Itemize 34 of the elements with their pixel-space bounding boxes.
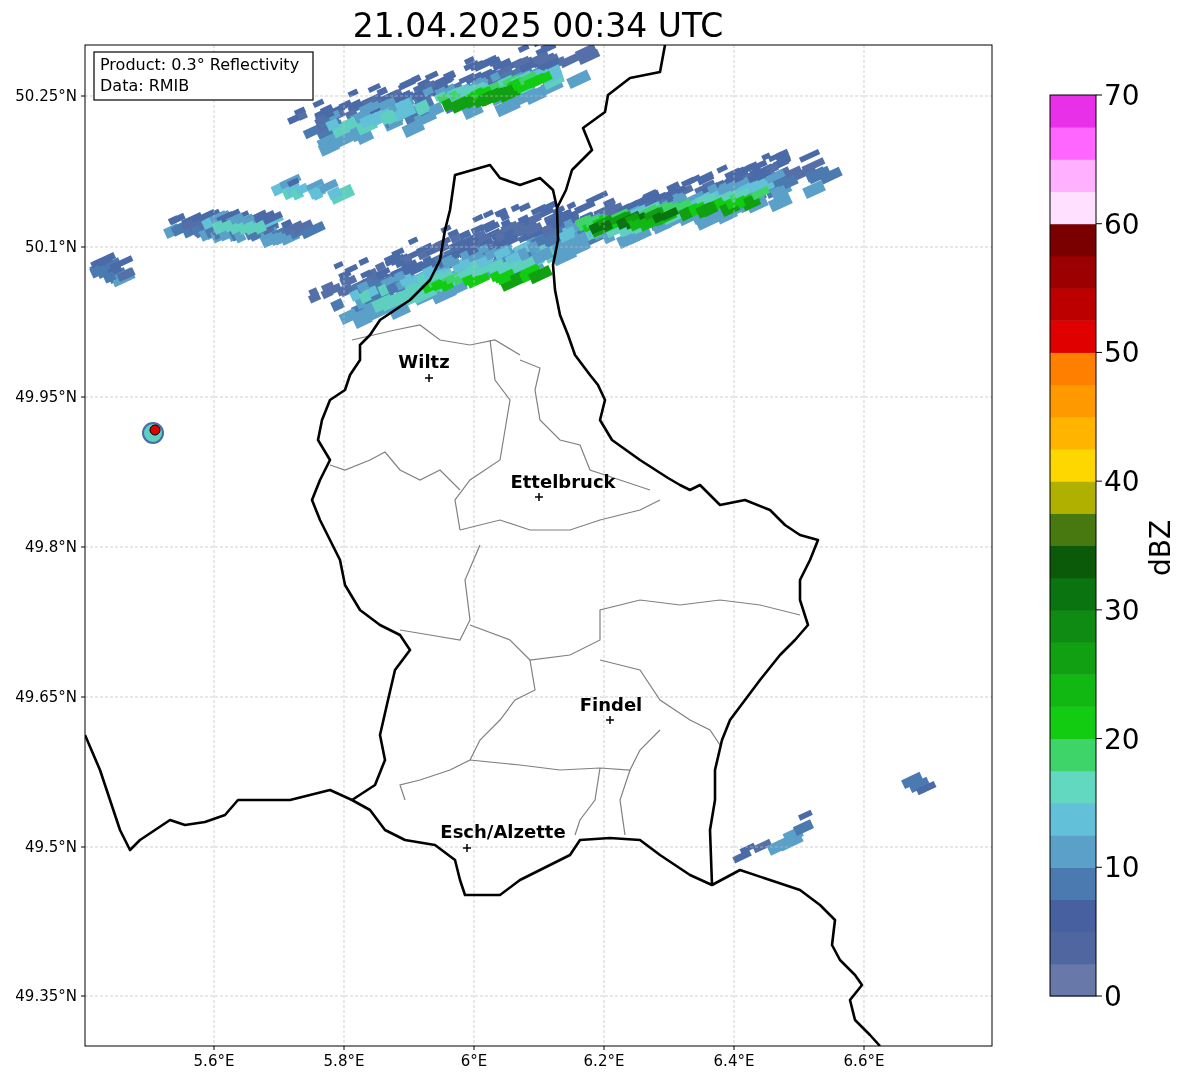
colorbar-tick-label: 60 (1104, 207, 1140, 241)
axis-tick-label: 5.6°E (193, 1052, 235, 1070)
axis-tick-label: 49.65°N (15, 688, 77, 706)
city-marker-icon (462, 843, 472, 853)
colorbar-label: dBZ (1144, 519, 1177, 577)
chart-title: 21.04.2025 00:34 UTC (352, 6, 724, 45)
city-label: Esch/Alzette (440, 821, 566, 842)
colorbar-tick-label: 10 (1104, 851, 1140, 885)
colorbar-tick-label: 0 (1104, 980, 1122, 1013)
colorbar-tick-label: 70 (1104, 79, 1140, 112)
colorbar-tick-label: 40 (1104, 465, 1140, 499)
axis-tick-label: 50.25°N (15, 87, 77, 105)
city-marker-icon (534, 492, 544, 502)
axis-tick-label: 49.35°N (15, 987, 77, 1005)
radar-site-icon (142, 422, 164, 444)
city-marker-icon (424, 373, 434, 383)
axis-tick-label: 49.5°N (24, 838, 77, 856)
legend-text: Data: RMIB (100, 76, 190, 95)
colorbar-tick-label: 20 (1104, 722, 1140, 756)
city-label: Wiltz (398, 351, 450, 372)
colorbar-tick-label: 30 (1104, 593, 1140, 627)
city-label: Ettelbruck (510, 471, 616, 492)
city-marker-icon (605, 715, 615, 725)
axis-tick-label: 6.2°E (583, 1052, 625, 1070)
axis-tick-label: 49.8°N (24, 538, 77, 556)
legend-text: Product: 0.3° Reflectivity (100, 55, 300, 74)
axis-tick-label: 6°E (460, 1052, 488, 1070)
axis-tick-label: 6.4°E (713, 1052, 755, 1070)
axis-tick-label: 6.6°E (843, 1052, 885, 1070)
city-label: Findel (579, 694, 643, 715)
axis-tick-label: 49.95°N (15, 388, 77, 406)
colorbar-tick-label: 50 (1104, 336, 1140, 370)
axis-tick-label: 50.1°N (24, 238, 77, 256)
axis-tick-label: 5.8°E (323, 1052, 365, 1070)
